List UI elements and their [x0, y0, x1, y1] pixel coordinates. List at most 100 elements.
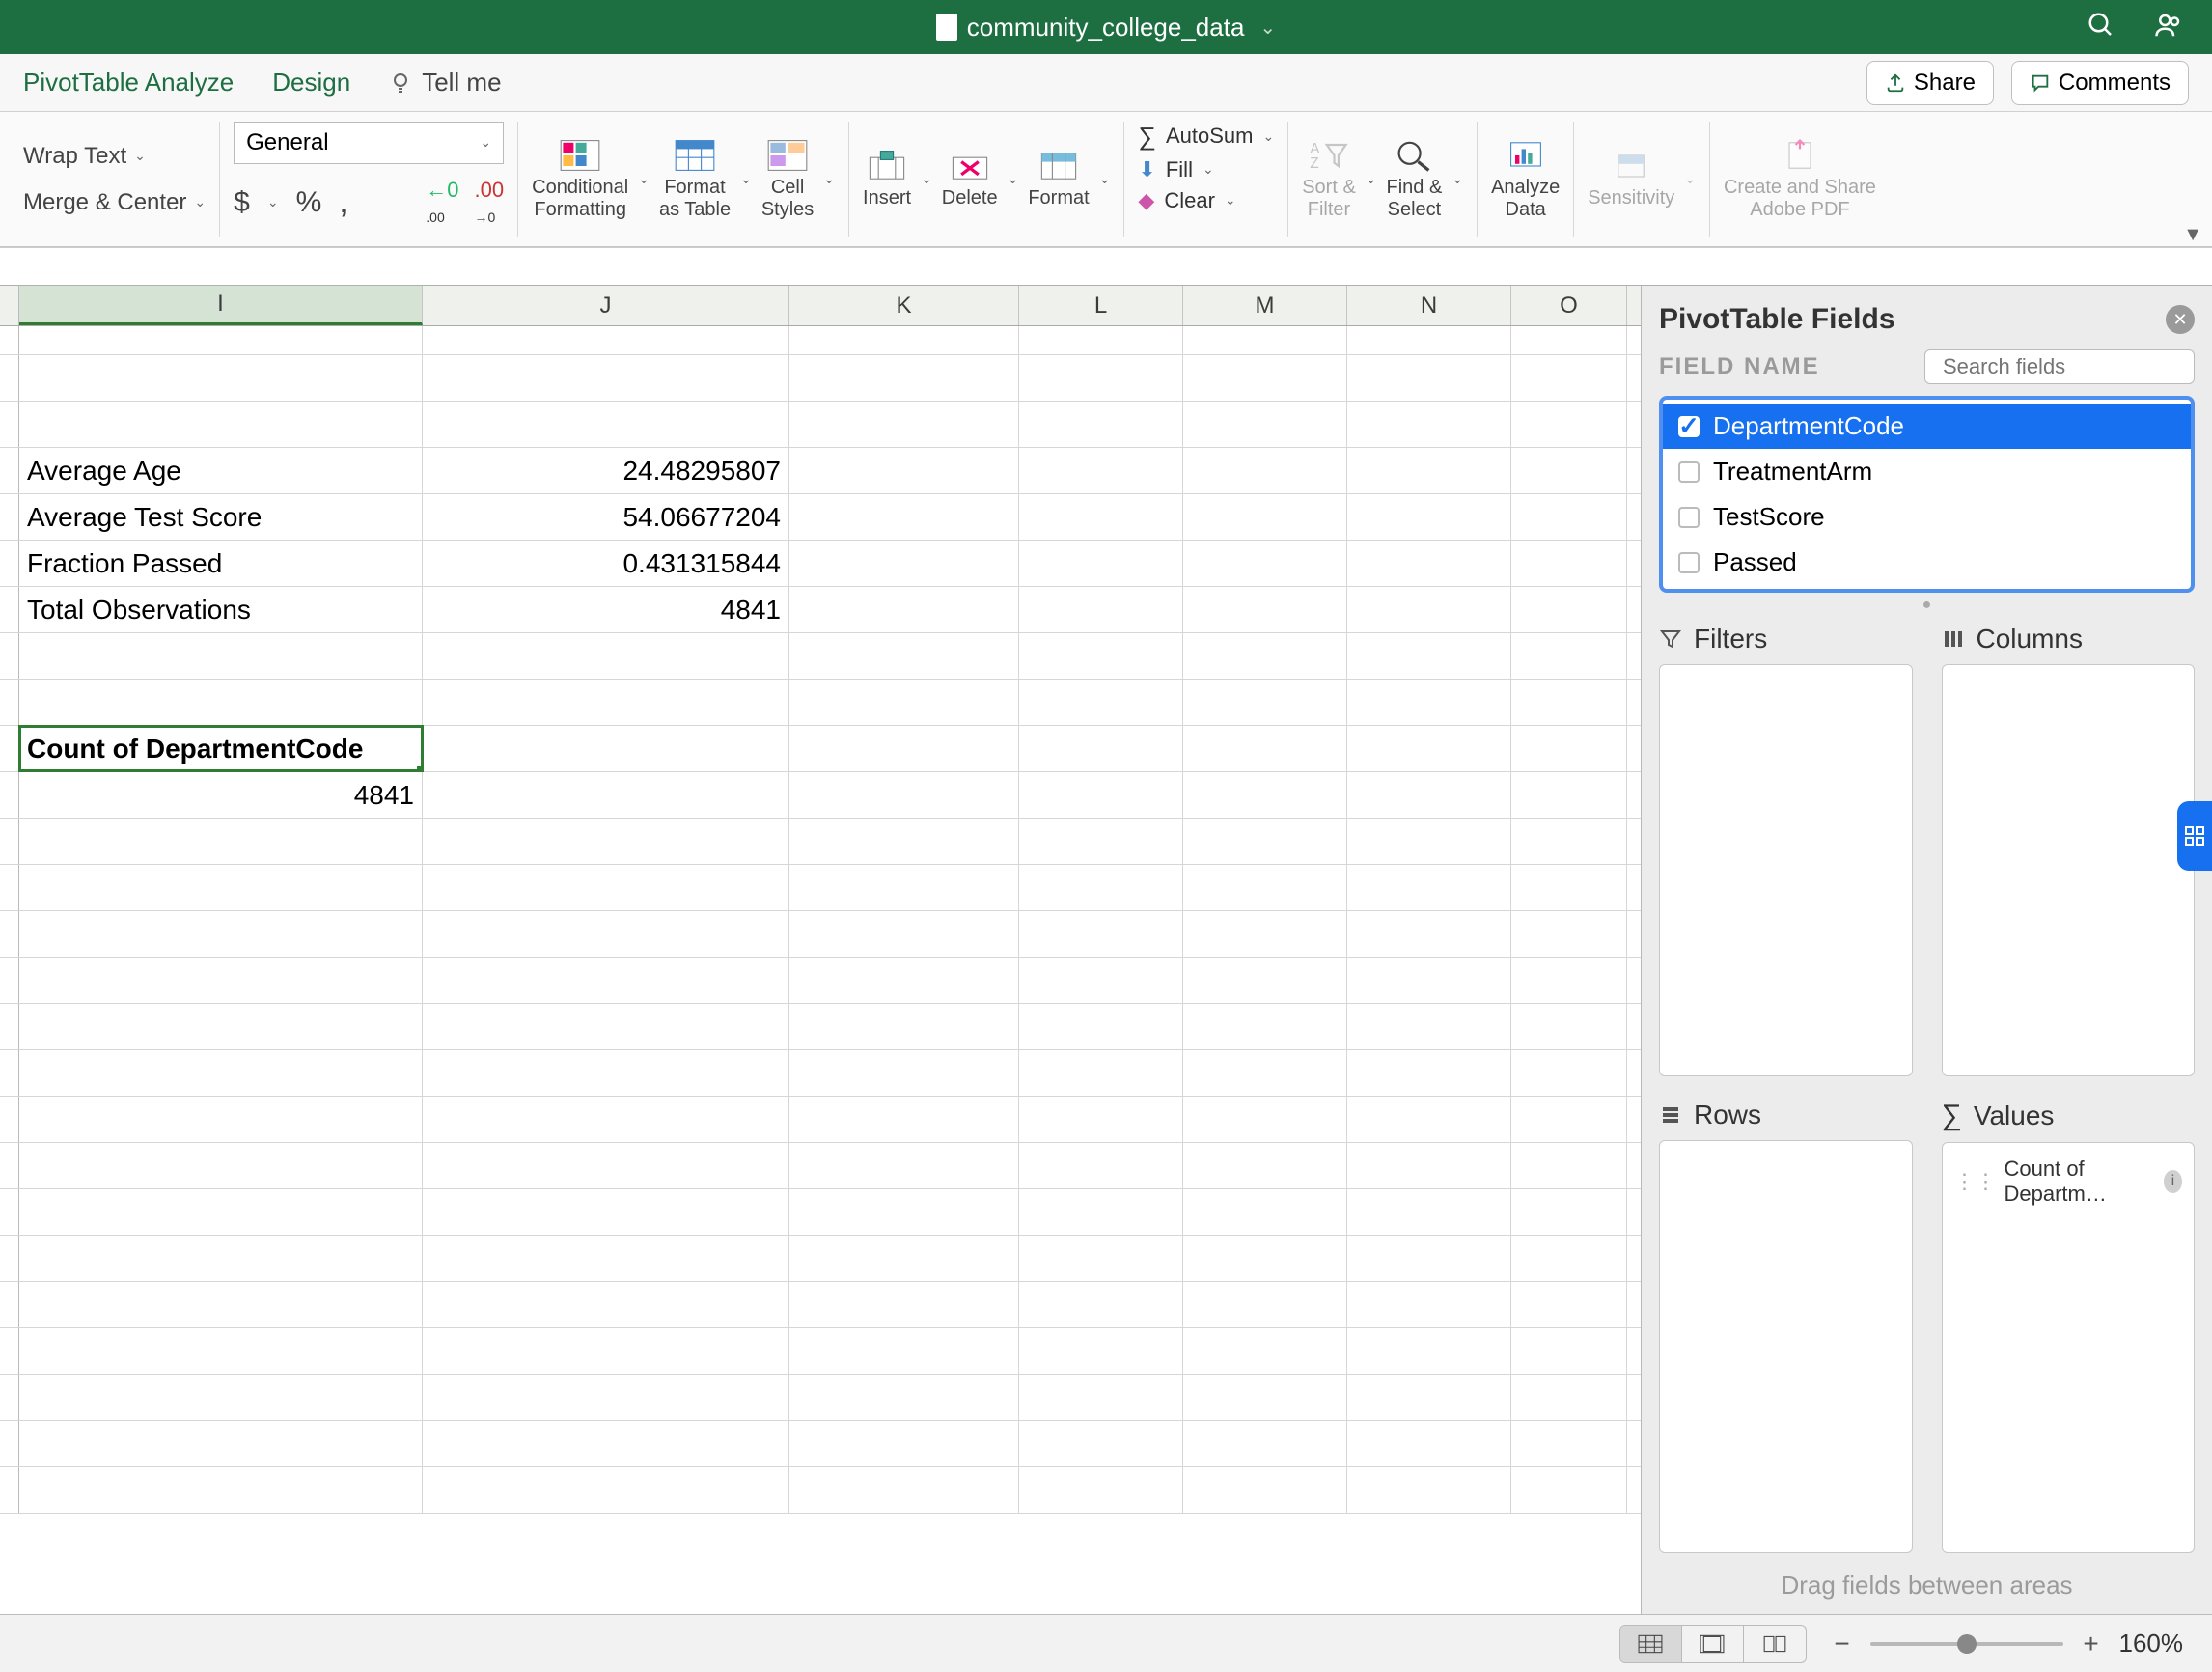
cell-pivot-header[interactable]: Count of DepartmentCode: [19, 726, 423, 771]
comments-button[interactable]: Comments: [2011, 61, 2189, 105]
share-button[interactable]: Share: [1866, 61, 1994, 105]
format-icon: [1037, 149, 1080, 183]
field-departmentcode[interactable]: ✓ DepartmentCode: [1663, 404, 2191, 449]
search-fields-input[interactable]: [1924, 349, 2195, 384]
conditional-formatting-button[interactable]: Conditional Formatting: [532, 138, 628, 221]
percent-button[interactable]: %: [296, 186, 322, 219]
funnel-icon: AZ: [1308, 138, 1350, 173]
sensitivity-button[interactable]: Sensitivity: [1588, 149, 1674, 209]
funnel-icon: [1659, 627, 1682, 651]
col-header-M[interactable]: M: [1183, 286, 1347, 325]
fill-button[interactable]: ⬇Fill⌄: [1138, 157, 1213, 182]
field-passed[interactable]: Passed: [1663, 540, 2191, 585]
field-treatmentarm[interactable]: TreatmentArm: [1663, 449, 2191, 494]
comment-icon: [2030, 72, 2051, 94]
value-count-departmentcode[interactable]: ⋮⋮ Count of Departm… i: [1950, 1151, 2187, 1212]
info-icon[interactable]: i: [2164, 1170, 2182, 1193]
presence-icon[interactable]: [2154, 11, 2183, 44]
number-format-dropdown[interactable]: General ⌄: [234, 122, 504, 164]
col-header-O[interactable]: O: [1511, 286, 1627, 325]
side-float-button[interactable]: [2177, 801, 2212, 871]
area-columns-label: Columns: [1977, 624, 2083, 655]
close-icon[interactable]: ✕: [2166, 305, 2195, 334]
svg-text:Z: Z: [1310, 155, 1318, 172]
cell-avg-score-label[interactable]: Average Test Score: [19, 494, 423, 540]
comma-button[interactable]: ,: [339, 183, 347, 221]
chevron-down-icon[interactable]: ⌄: [740, 171, 752, 187]
view-page-layout-button[interactable]: [1682, 1626, 1744, 1662]
formula-bar[interactable]: [0, 247, 2212, 286]
field-testscore[interactable]: TestScore: [1663, 494, 2191, 540]
chevron-down-icon[interactable]: ⌄: [1366, 171, 1377, 187]
autosum-button[interactable]: ∑AutoSum⌄: [1138, 122, 1274, 152]
clear-button[interactable]: ◆Clear⌄: [1138, 188, 1235, 213]
wrap-text-button[interactable]: Wrap Text⌄: [23, 139, 146, 174]
chevron-down-icon[interactable]: ⌄: [638, 171, 650, 187]
sensitivity-icon: [1610, 149, 1652, 183]
chevron-down-icon[interactable]: ⌄: [921, 171, 932, 187]
values-dropzone[interactable]: ⋮⋮ Count of Departm… i: [1942, 1142, 2196, 1554]
cell-avg-age-label[interactable]: Average Age: [19, 448, 423, 493]
clear-label: Clear: [1164, 188, 1215, 213]
cell-styles-button[interactable]: Cell Styles: [761, 138, 814, 221]
document-title-group[interactable]: community_college_data ⌄: [936, 13, 1276, 42]
chevron-down-icon[interactable]: ⌄: [1008, 171, 1019, 187]
columns-dropzone[interactable]: [1942, 664, 2196, 1076]
chevron-down-icon[interactable]: ⌄: [1259, 15, 1276, 40]
zoom-control: − + 160%: [1828, 1629, 2184, 1659]
chevron-down-icon[interactable]: ⌄: [1452, 171, 1463, 187]
analyze-data-button[interactable]: Analyze Data: [1491, 138, 1560, 221]
collapse-ribbon-button[interactable]: ▼: [2183, 224, 2202, 246]
cell-avg-age-val[interactable]: 24.48295807: [423, 448, 789, 493]
col-header-J[interactable]: J: [423, 286, 789, 325]
title-bar: community_college_data ⌄: [0, 0, 2212, 54]
decrease-decimal-button[interactable]: .00→0: [475, 178, 505, 228]
tab-pivottable-analyze[interactable]: PivotTable Analyze: [23, 68, 234, 98]
zoom-slider[interactable]: [1870, 1642, 2063, 1646]
spreadsheet-grid[interactable]: I J K L M N O Average Age24.48295807 Ave…: [0, 286, 1641, 1614]
chevron-down-icon[interactable]: ⌄: [1684, 171, 1696, 187]
chevron-down-icon[interactable]: ⌄: [267, 194, 279, 210]
create-share-pdf-button[interactable]: Create and Share Adobe PDF: [1724, 138, 1876, 221]
merge-center-label: Merge & Center: [23, 189, 186, 216]
zoom-thumb[interactable]: [1957, 1634, 1977, 1654]
chevron-down-icon[interactable]: ⌄: [1099, 171, 1111, 187]
cell-frac-passed-label[interactable]: Fraction Passed: [19, 541, 423, 586]
col-header-N[interactable]: N: [1347, 286, 1511, 325]
delete-button[interactable]: Delete: [942, 149, 998, 209]
view-page-break-button[interactable]: [1744, 1626, 1806, 1662]
resize-handle-icon[interactable]: ●: [1659, 593, 2195, 618]
area-filters: Filters: [1659, 624, 1913, 1076]
filters-dropzone[interactable]: [1659, 664, 1913, 1076]
tell-me[interactable]: Tell me: [389, 68, 501, 98]
tab-design[interactable]: Design: [272, 68, 350, 98]
format-button[interactable]: Format: [1028, 149, 1089, 209]
zoom-in-button[interactable]: +: [2077, 1629, 2106, 1659]
pivottable-fields-pane: PivotTable Fields ✕ FIELD NAME ✓ Departm…: [1641, 286, 2212, 1614]
insert-button[interactable]: Insert: [863, 149, 911, 209]
view-normal-button[interactable]: [1620, 1626, 1682, 1662]
field-testscore-label: TestScore: [1713, 502, 1825, 532]
col-header-L[interactable]: L: [1019, 286, 1183, 325]
cell-total-obs-label[interactable]: Total Observations: [19, 587, 423, 632]
merge-center-button[interactable]: Merge & Center⌄: [23, 185, 206, 220]
cell-total-obs-val[interactable]: 4841: [423, 587, 789, 632]
chevron-down-icon[interactable]: ⌄: [823, 171, 835, 187]
cell-avg-score-val[interactable]: 54.06677204: [423, 494, 789, 540]
conditional-formatting-label: Conditional Formatting: [532, 177, 628, 221]
cell-frac-passed-val[interactable]: 0.431315844: [423, 541, 789, 586]
field-passed-label: Passed: [1713, 547, 1797, 577]
format-as-table-button[interactable]: Format as Table: [659, 138, 731, 221]
col-header-K[interactable]: K: [789, 286, 1019, 325]
find-select-button[interactable]: Find & Select: [1387, 138, 1443, 221]
increase-decimal-button[interactable]: ←0.00: [426, 178, 458, 228]
rows-dropzone[interactable]: [1659, 1140, 1913, 1554]
sort-filter-button[interactable]: AZ Sort & Filter: [1302, 138, 1356, 221]
zoom-level[interactable]: 160%: [2119, 1629, 2184, 1658]
search-fields-text[interactable]: [1943, 354, 2212, 379]
col-header-I[interactable]: I: [19, 286, 423, 325]
cell-pivot-val[interactable]: 4841: [19, 772, 423, 818]
zoom-out-button[interactable]: −: [1828, 1629, 1857, 1659]
currency-button[interactable]: $: [234, 186, 250, 219]
search-icon[interactable]: [2087, 11, 2115, 44]
